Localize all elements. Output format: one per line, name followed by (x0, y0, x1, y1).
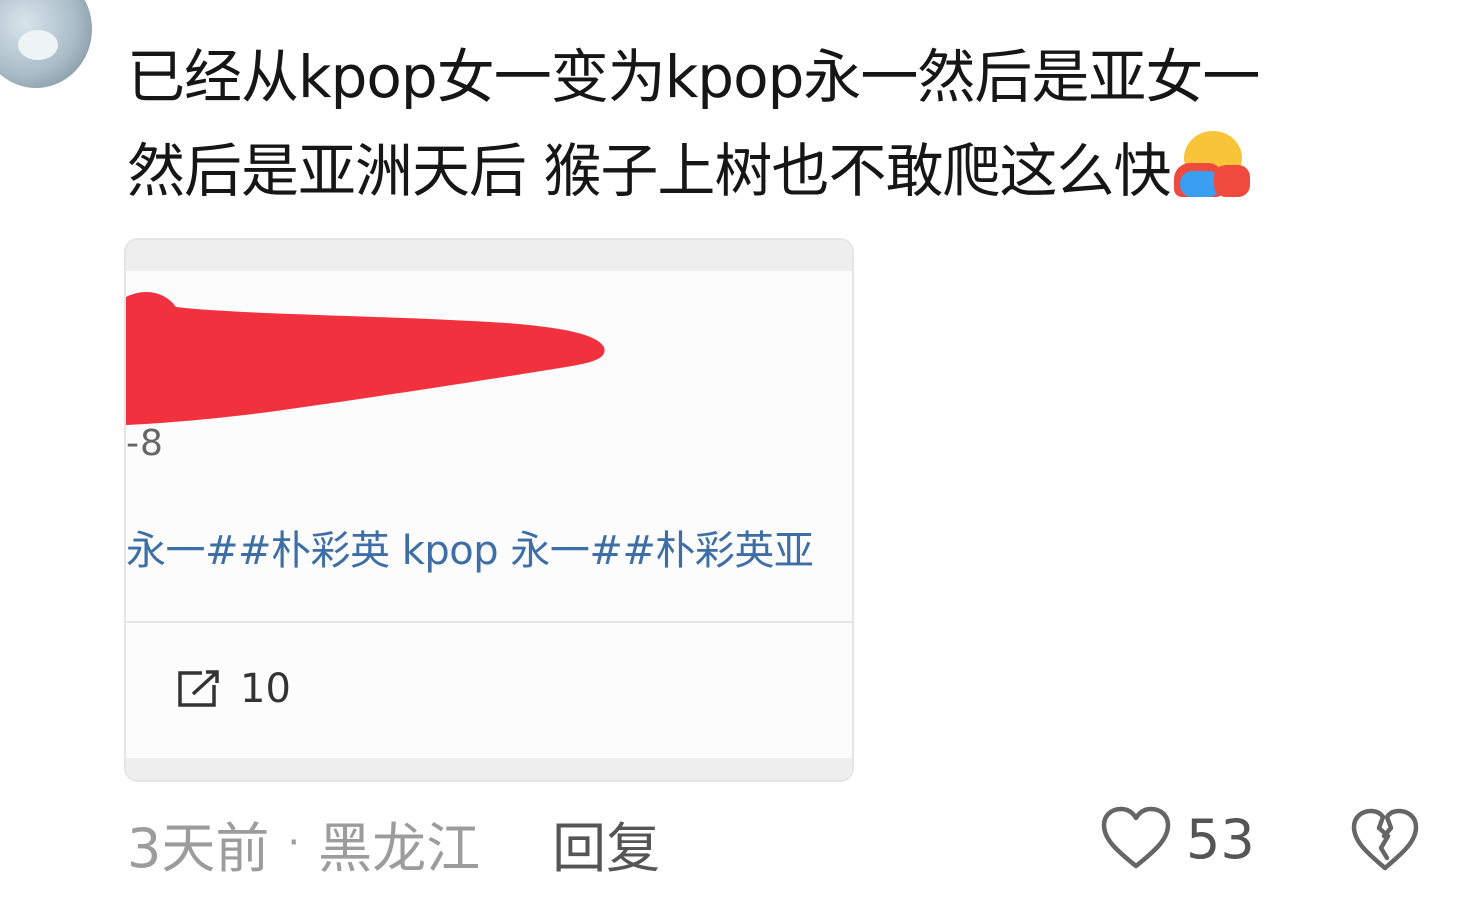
card-bottom-bar (126, 758, 852, 780)
card-divider (126, 621, 852, 623)
comment-time: 3天前 (127, 816, 270, 880)
comment-line-1: 已经从kpop女一变为kpop永一然后是亚女一 (127, 43, 1260, 111)
repost-count: 10 (240, 666, 291, 712)
card-top-bar (126, 240, 852, 271)
dislike-button[interactable] (1350, 808, 1420, 878)
comment-location: 黑龙江 (318, 816, 481, 880)
like-count: 53 (1186, 807, 1255, 871)
heart-icon (1101, 806, 1171, 869)
quoted-post-card[interactable]: -8 永一##朴彩英 kpop 永一##朴彩英亚 10 (124, 238, 854, 782)
hugging-face-emoji-icon (1174, 127, 1251, 199)
comment-text: 已经从kpop女一变为kpop永一然后是亚女一 然后是亚洲天后 猴子上树也不敢爬这… (127, 30, 1417, 218)
broken-heart-icon (1351, 808, 1419, 871)
like-button[interactable]: 53 (1100, 806, 1255, 872)
comment-line-2: 然后是亚洲天后 猴子上树也不敢爬这么快 (127, 137, 1171, 205)
red-redaction-mark (126, 292, 605, 425)
repost-action[interactable]: 10 (176, 665, 291, 713)
repost-edit-icon (178, 670, 219, 707)
avatar[interactable] (0, 0, 92, 88)
hashtag-links[interactable]: 永一##朴彩英 kpop 永一##朴彩英亚 (126, 518, 814, 576)
meta-separator: · (287, 820, 301, 866)
snippet-number: -8 (126, 423, 164, 464)
reply-button[interactable]: 回复 (552, 804, 660, 883)
comment-meta: 3天前 · 黑龙江 回复 (127, 808, 660, 880)
